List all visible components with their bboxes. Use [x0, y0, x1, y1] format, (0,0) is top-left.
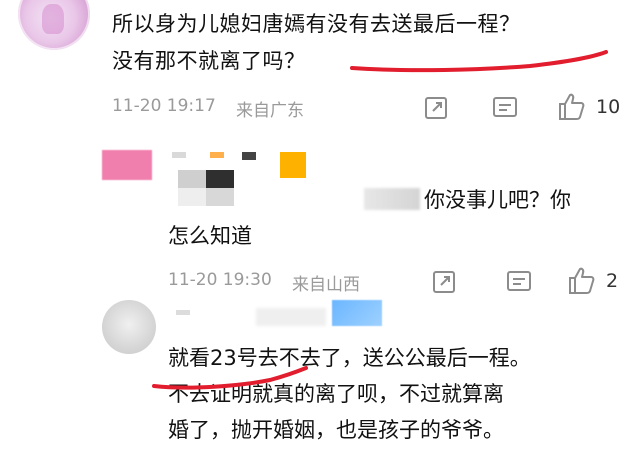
blurred-avatar [102, 150, 152, 180]
red-underline-annotation [152, 366, 308, 390]
share-icon[interactable] [424, 96, 448, 120]
like-count: 2 [606, 270, 619, 292]
comment-location: 来自广东 [236, 101, 304, 121]
reply-time: 11-20 19:30 [168, 270, 272, 290]
avatar[interactable] [102, 300, 156, 354]
blurred-name-fragment [242, 152, 256, 160]
reply-text-line-1: 你没事儿吧？你 [424, 188, 571, 212]
comment-line-1: 所以身为儿媳妇唐嫣有没有去送最后一程？ [112, 12, 521, 36]
blurred-username [178, 170, 234, 206]
blurred-name-fragment [210, 152, 224, 158]
comment-thread: 所以身为儿媳妇唐嫣有没有去送最后一程？ 没有那不就离了吗？ 11-20 19:1… [0, 0, 640, 458]
blurred-mention [364, 188, 420, 210]
like-count: 10 [596, 96, 621, 118]
comment-icon[interactable] [506, 270, 532, 294]
thumbs-up-icon[interactable] [556, 92, 586, 122]
blurred-name-fragment [256, 308, 326, 326]
blurred-name-fragment [176, 310, 190, 315]
thumbs-up-icon[interactable] [566, 266, 596, 296]
reply-text-line-2: 怎么知道 [168, 224, 252, 248]
comment-time: 11-20 19:17 [112, 96, 216, 116]
reply-text-line-3: 婚了，抛开婚姻，也是孩子的爷爷。 [168, 418, 504, 442]
comment-icon[interactable] [492, 96, 518, 120]
share-icon[interactable] [432, 270, 456, 294]
blurred-badge [280, 152, 306, 178]
avatar[interactable] [18, 0, 90, 50]
red-underline-annotation [350, 50, 608, 73]
reply-location: 来自山西 [292, 275, 360, 295]
blurred-badge [332, 300, 382, 326]
blurred-name-fragment [172, 152, 186, 158]
